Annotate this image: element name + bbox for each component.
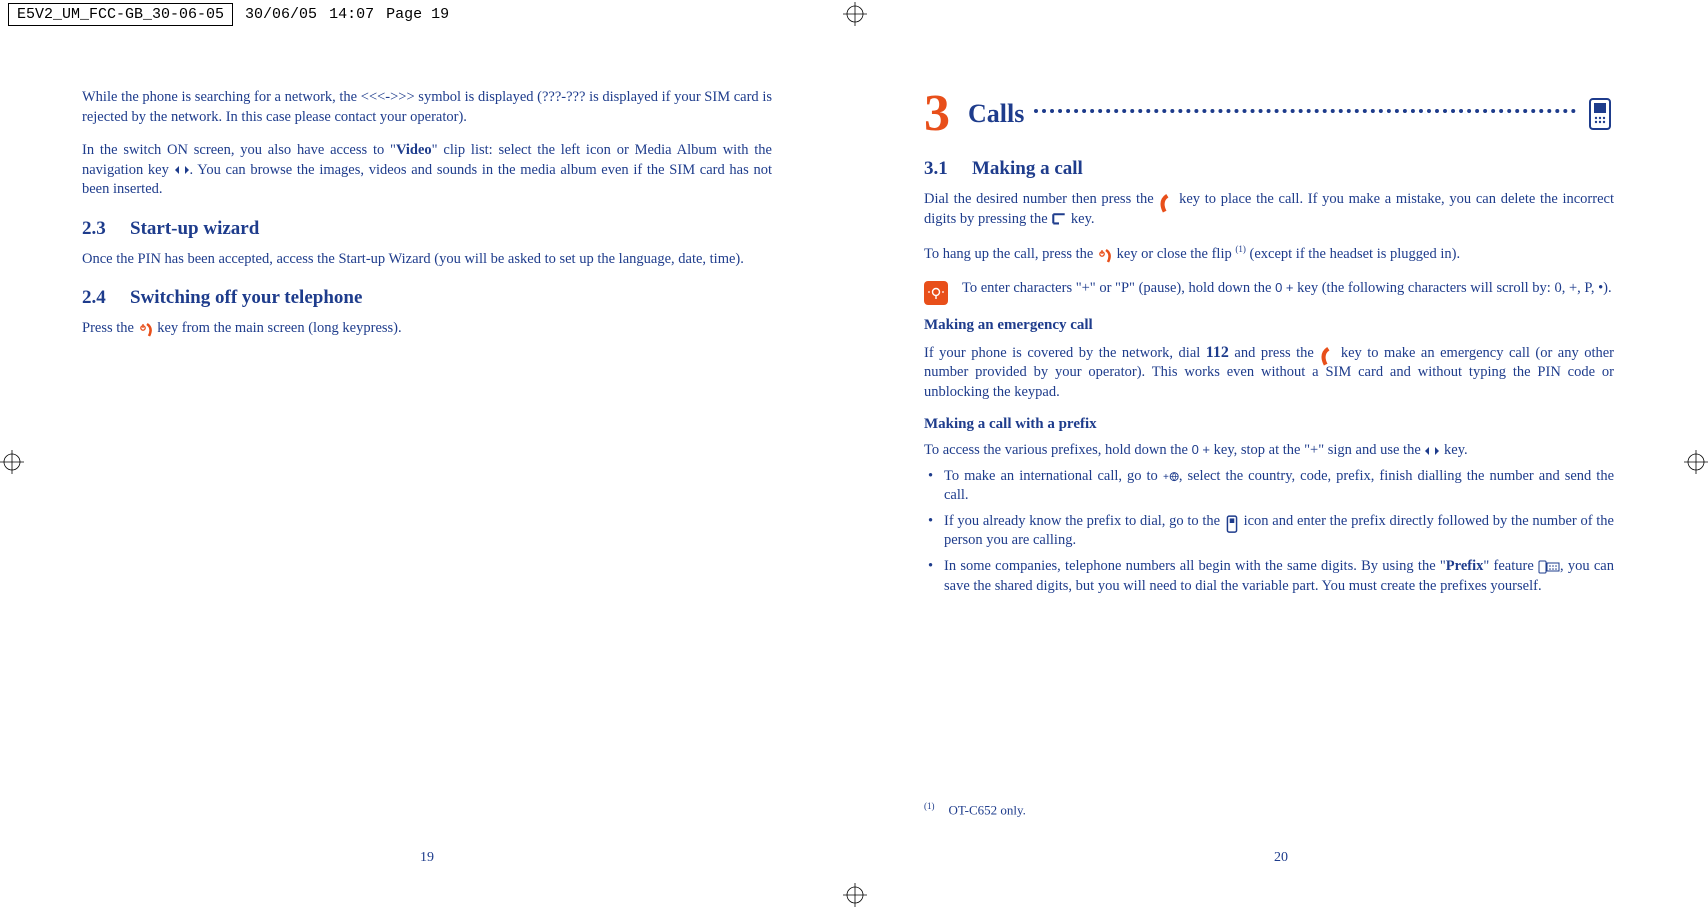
text-fragment: " feature (1483, 558, 1538, 574)
text-fragment: To access the various prefixes, hold dow… (924, 442, 1192, 458)
bullet-list: To make an international call, go to +, … (924, 467, 1614, 596)
tip-callout: To enter characters "+" or "P" (pause), … (924, 279, 1614, 305)
text-fragment: and press the (1229, 345, 1319, 361)
header-page-label: Page 19 (386, 6, 449, 23)
phone-badge-icon (1586, 98, 1614, 130)
page-right: 3 Calls 3.1Making a call Dial the desire… (854, 58, 1708, 878)
text-fragment: key. (1067, 211, 1094, 227)
footnote: (1) OT-C652 only. (924, 801, 1026, 818)
footnote-mark: (1) (924, 801, 935, 811)
call-key-icon (1319, 346, 1335, 360)
zero-plus-key-icon: 0 + (1192, 442, 1210, 457)
body-text: To access the various prefixes, hold dow… (924, 441, 1614, 461)
list-item: If you already know the prefix to dial, … (924, 512, 1614, 551)
body-text: In the switch ON screen, you also have a… (82, 141, 772, 200)
text-fragment: key from the main screen (long keypress)… (154, 320, 402, 336)
page-number: 20 (854, 850, 1708, 866)
section-title: Start-up wizard (130, 218, 259, 239)
emergency-number: 112 (1206, 344, 1229, 361)
text-fragment: To enter characters "+" or "P" (pause), … (962, 280, 1275, 296)
clear-key-icon (1051, 212, 1067, 226)
sub-heading: Making a call with a prefix (924, 416, 1614, 433)
chapter-heading: 3 Calls (924, 88, 1614, 140)
body-text: Once the PIN has been accepted, access t… (82, 250, 772, 270)
section-number: 3.1 (924, 158, 972, 180)
text-fragment: key (the following characters will scrol… (1294, 280, 1612, 296)
page-left: While the phone is searching for a netwo… (0, 58, 854, 878)
text-fragment: To hang up the call, press the (924, 246, 1097, 262)
plus-globe-icon: + (1163, 469, 1179, 483)
zero-plus-key-icon: 0 + (1275, 280, 1293, 295)
text-fragment: Press the (82, 320, 138, 336)
leader-dots (1034, 109, 1576, 113)
text-fragment: In the switch ON screen, you also have a… (82, 142, 396, 158)
body-text: Press the key from the main screen (long… (82, 319, 772, 339)
nav-left-right-icon (1424, 444, 1440, 458)
prefix-keypad-icon (1538, 560, 1560, 574)
chapter-title: Calls (968, 99, 1024, 129)
phone-direct-icon (1224, 515, 1240, 529)
section-title: Switching off your telephone (130, 287, 362, 308)
header-filename: E5V2_UM_FCC-GB_30-06-05 (8, 3, 233, 26)
section-heading: 2.3Start-up wizard (82, 218, 772, 240)
power-end-key-icon (1097, 248, 1113, 262)
body-text: While the phone is searching for a netwo… (82, 88, 772, 127)
section-title: Making a call (972, 158, 1083, 179)
sub-heading: Making an emergency call (924, 317, 1614, 334)
registration-mark-icon (843, 2, 867, 26)
text-fragment: To make an international call, go to (944, 468, 1163, 484)
body-text: To hang up the call, press the key or cl… (924, 243, 1614, 264)
text-fragment: (except if the headset is plugged in). (1246, 246, 1460, 262)
tip-text: To enter characters "+" or "P" (pause), … (962, 279, 1612, 299)
svg-text:+: + (1163, 472, 1169, 482)
text-fragment: If you already know the prefix to dial, … (944, 513, 1224, 529)
nav-left-right-icon (174, 163, 190, 177)
text-fragment: Dial the desired number then press the (924, 191, 1158, 207)
text-fragment: key, stop at the "+" sign and use the (1210, 442, 1424, 458)
footnote-text: OT-C652 only. (949, 802, 1026, 817)
section-number: 2.4 (82, 287, 130, 309)
call-key-icon (1158, 193, 1174, 207)
chapter-number: 3 (924, 88, 950, 140)
section-heading: 3.1Making a call (924, 158, 1614, 180)
text-fragment: key or close the flip (1113, 246, 1235, 262)
page-spread: While the phone is searching for a netwo… (0, 58, 1708, 878)
header-date: 30/06/05 (245, 6, 317, 23)
body-text: Dial the desired number then press the k… (924, 190, 1614, 229)
power-end-key-icon (138, 322, 154, 336)
body-text: If your phone is covered by the network,… (924, 342, 1614, 403)
registration-mark-icon (843, 883, 867, 907)
text-fragment: In some companies, telephone numbers all… (944, 558, 1446, 574)
bold-term: Video (396, 142, 432, 158)
section-heading: 2.4Switching off your telephone (82, 287, 772, 309)
list-item: To make an international call, go to +, … (924, 467, 1614, 506)
section-number: 2.3 (82, 218, 130, 240)
footnote-ref: (1) (1235, 244, 1246, 254)
page-number: 19 (0, 850, 854, 866)
lightbulb-tip-icon (924, 281, 948, 305)
header-time: 14:07 (329, 6, 374, 23)
bold-term: Prefix (1446, 558, 1484, 574)
text-fragment: key. (1440, 442, 1467, 458)
list-item: In some companies, telephone numbers all… (924, 557, 1614, 596)
text-fragment: If your phone is covered by the network,… (924, 345, 1206, 361)
